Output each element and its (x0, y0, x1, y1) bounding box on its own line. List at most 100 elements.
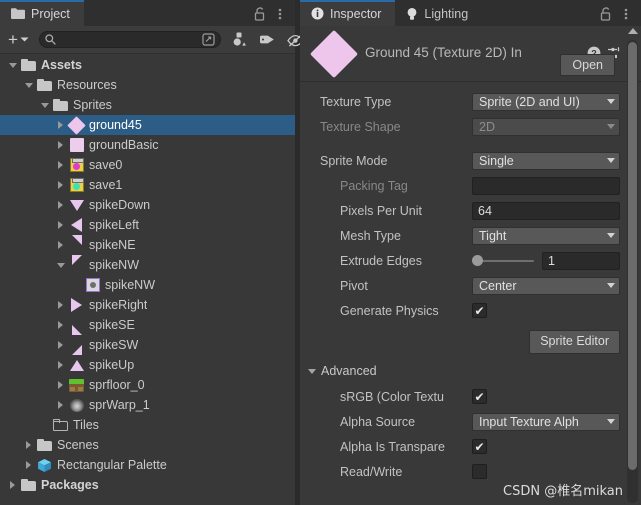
tree-item-save1[interactable]: save1 (0, 175, 295, 195)
packing-tag-input[interactable] (472, 176, 620, 195)
tree-twisty[interactable] (22, 435, 35, 455)
tree-twisty[interactable] (54, 315, 67, 335)
search-field[interactable] (38, 31, 221, 48)
tree-item-groundbasic[interactable]: groundBasic (0, 135, 295, 155)
tree-item-spikese[interactable]: spikeSE (0, 315, 295, 335)
square-sprite-icon (69, 138, 84, 152)
tree-item-label: sprWarp_1 (89, 398, 150, 412)
create-asset-label: + (8, 30, 18, 49)
tree-item-scenes[interactable]: Scenes (0, 435, 295, 455)
tree-item-save0[interactable]: save0 (0, 155, 295, 175)
inspector-properties: Texture Type Sprite (2D and UI) Texture … (300, 82, 641, 505)
scroll-up-arrow-icon[interactable] (628, 28, 638, 34)
advanced-section-header[interactable]: Advanced (300, 358, 641, 384)
tree-twisty[interactable] (22, 75, 35, 95)
tree-item-sprwarp-1[interactable]: sprWarp_1 (0, 395, 295, 415)
project-asset-tree[interactable]: Assets Resources Sprites ground45 groundBasi… (0, 54, 295, 505)
asset-title: Ground 45 (Texture 2D) In (365, 45, 522, 60)
chevron-down-icon (607, 158, 615, 163)
packing-tag-label: Packing Tag (340, 178, 408, 193)
read-write-checkbox[interactable] (472, 464, 487, 479)
tree-twisty[interactable] (54, 375, 67, 395)
tab-inspector[interactable]: Inspector (300, 0, 396, 26)
tree-item-spikenw[interactable]: spikeNW (0, 255, 295, 275)
scrollbar-thumb[interactable] (628, 42, 637, 470)
tree-twisty[interactable] (54, 255, 67, 275)
tree-item-ground45[interactable]: ground45 (0, 115, 295, 135)
texture-shape-dropdown: 2D (472, 117, 620, 136)
tree-item-rectangular-palette[interactable]: Rectangular Palette (0, 455, 295, 475)
srgb-checkbox[interactable]: ✔ (472, 389, 487, 404)
sprite-mode-value: Single (479, 153, 514, 168)
tree-twisty[interactable] (70, 275, 83, 295)
tree-twisty[interactable] (54, 355, 67, 375)
slider-knob[interactable] (472, 255, 483, 266)
tree-item-sprfloor-0[interactable]: sprfloor_0 (0, 375, 295, 395)
extrude-edges-input[interactable]: 1 (542, 251, 620, 270)
tree-twisty[interactable] (54, 295, 67, 315)
tree-twisty[interactable] (54, 175, 67, 195)
tree-item-sprites[interactable]: Sprites (0, 95, 295, 115)
tree-item-assets[interactable]: Assets (0, 55, 295, 75)
tree-twisty[interactable] (22, 455, 35, 475)
tree-item-packages[interactable]: Packages (0, 475, 295, 495)
tree-item-label: ground45 (89, 118, 142, 132)
tree-item-spikedown[interactable]: spikeDown (0, 195, 295, 215)
triangle-down-sprite-icon (69, 199, 84, 211)
lightbulb-icon (406, 7, 418, 21)
texture-type-dropdown[interactable]: Sprite (2D and UI) (472, 92, 620, 111)
tree-item-spikeup[interactable]: spikeUp (0, 355, 295, 375)
property-generate-physics: Generate Physics ✔ (300, 298, 641, 323)
chevron-down-icon (607, 283, 615, 288)
tree-item-label: spikeNW (105, 278, 156, 292)
kebab-menu-icon[interactable] (271, 3, 289, 25)
save-magenta-sprite-icon (69, 158, 84, 172)
open-button[interactable]: Open (560, 54, 615, 76)
alpha-is-transparency-checkbox[interactable]: ✔ (472, 439, 487, 454)
tab-project[interactable]: Project (0, 0, 84, 26)
tree-item-spikeright[interactable]: spikeRight (0, 295, 295, 315)
tree-twisty[interactable] (54, 235, 67, 255)
search-expand-icon[interactable] (202, 33, 215, 46)
tree-twisty[interactable] (38, 415, 51, 435)
sprite-editor-button[interactable]: Sprite Editor (529, 330, 620, 354)
tab-lighting[interactable]: Lighting (395, 1, 482, 26)
pixels-per-unit-input[interactable]: 64 (472, 201, 620, 220)
inspector-scrollbar[interactable] (626, 28, 639, 503)
tree-twisty[interactable] (6, 475, 19, 495)
tree-twisty[interactable] (54, 335, 67, 355)
read-write-label: Read/Write (340, 464, 403, 479)
extrude-edges-slider[interactable] (472, 252, 534, 270)
tree-item-spikeleft[interactable]: spikeLeft (0, 215, 295, 235)
pivot-dropdown[interactable]: Center (472, 276, 620, 295)
kebab-menu-icon[interactable] (617, 3, 635, 25)
tree-twisty[interactable] (54, 135, 67, 155)
tree-twisty[interactable] (54, 155, 67, 175)
tree-twisty[interactable] (54, 195, 67, 215)
chevron-down-icon (607, 419, 615, 424)
object-filter-icon[interactable] (228, 29, 253, 50)
tree-twisty[interactable] (54, 395, 67, 415)
tree-item-spikesw[interactable]: spikeSW (0, 335, 295, 355)
tree-item-resources[interactable]: Resources (0, 75, 295, 95)
folder-empty-icon (53, 419, 68, 431)
tree-item-spikenw[interactable]: spikeNW (0, 275, 295, 295)
project-toolbar: + (0, 26, 324, 54)
sprite-mode-dropdown[interactable]: Single (472, 151, 620, 170)
lock-open-icon[interactable] (251, 3, 269, 25)
tree-item-label: spikeSW (89, 338, 139, 352)
tag-filter-icon[interactable] (255, 29, 280, 50)
alpha-source-dropdown[interactable]: Input Texture Alph (472, 412, 620, 431)
search-input[interactable] (55, 33, 202, 46)
tree-twisty[interactable] (6, 55, 19, 75)
tree-item-spikene[interactable]: spikeNE (0, 235, 295, 255)
create-asset-button[interactable]: + (4, 29, 34, 50)
tree-item-tiles[interactable]: Tiles (0, 415, 295, 435)
advanced-label: Advanced (321, 364, 377, 378)
tree-twisty[interactable] (54, 215, 67, 235)
tree-twisty[interactable] (54, 115, 67, 135)
tree-twisty[interactable] (38, 95, 51, 115)
lock-open-icon[interactable] (597, 3, 615, 25)
generate-physics-checkbox[interactable]: ✔ (472, 303, 487, 318)
mesh-type-dropdown[interactable]: Tight (472, 226, 620, 245)
